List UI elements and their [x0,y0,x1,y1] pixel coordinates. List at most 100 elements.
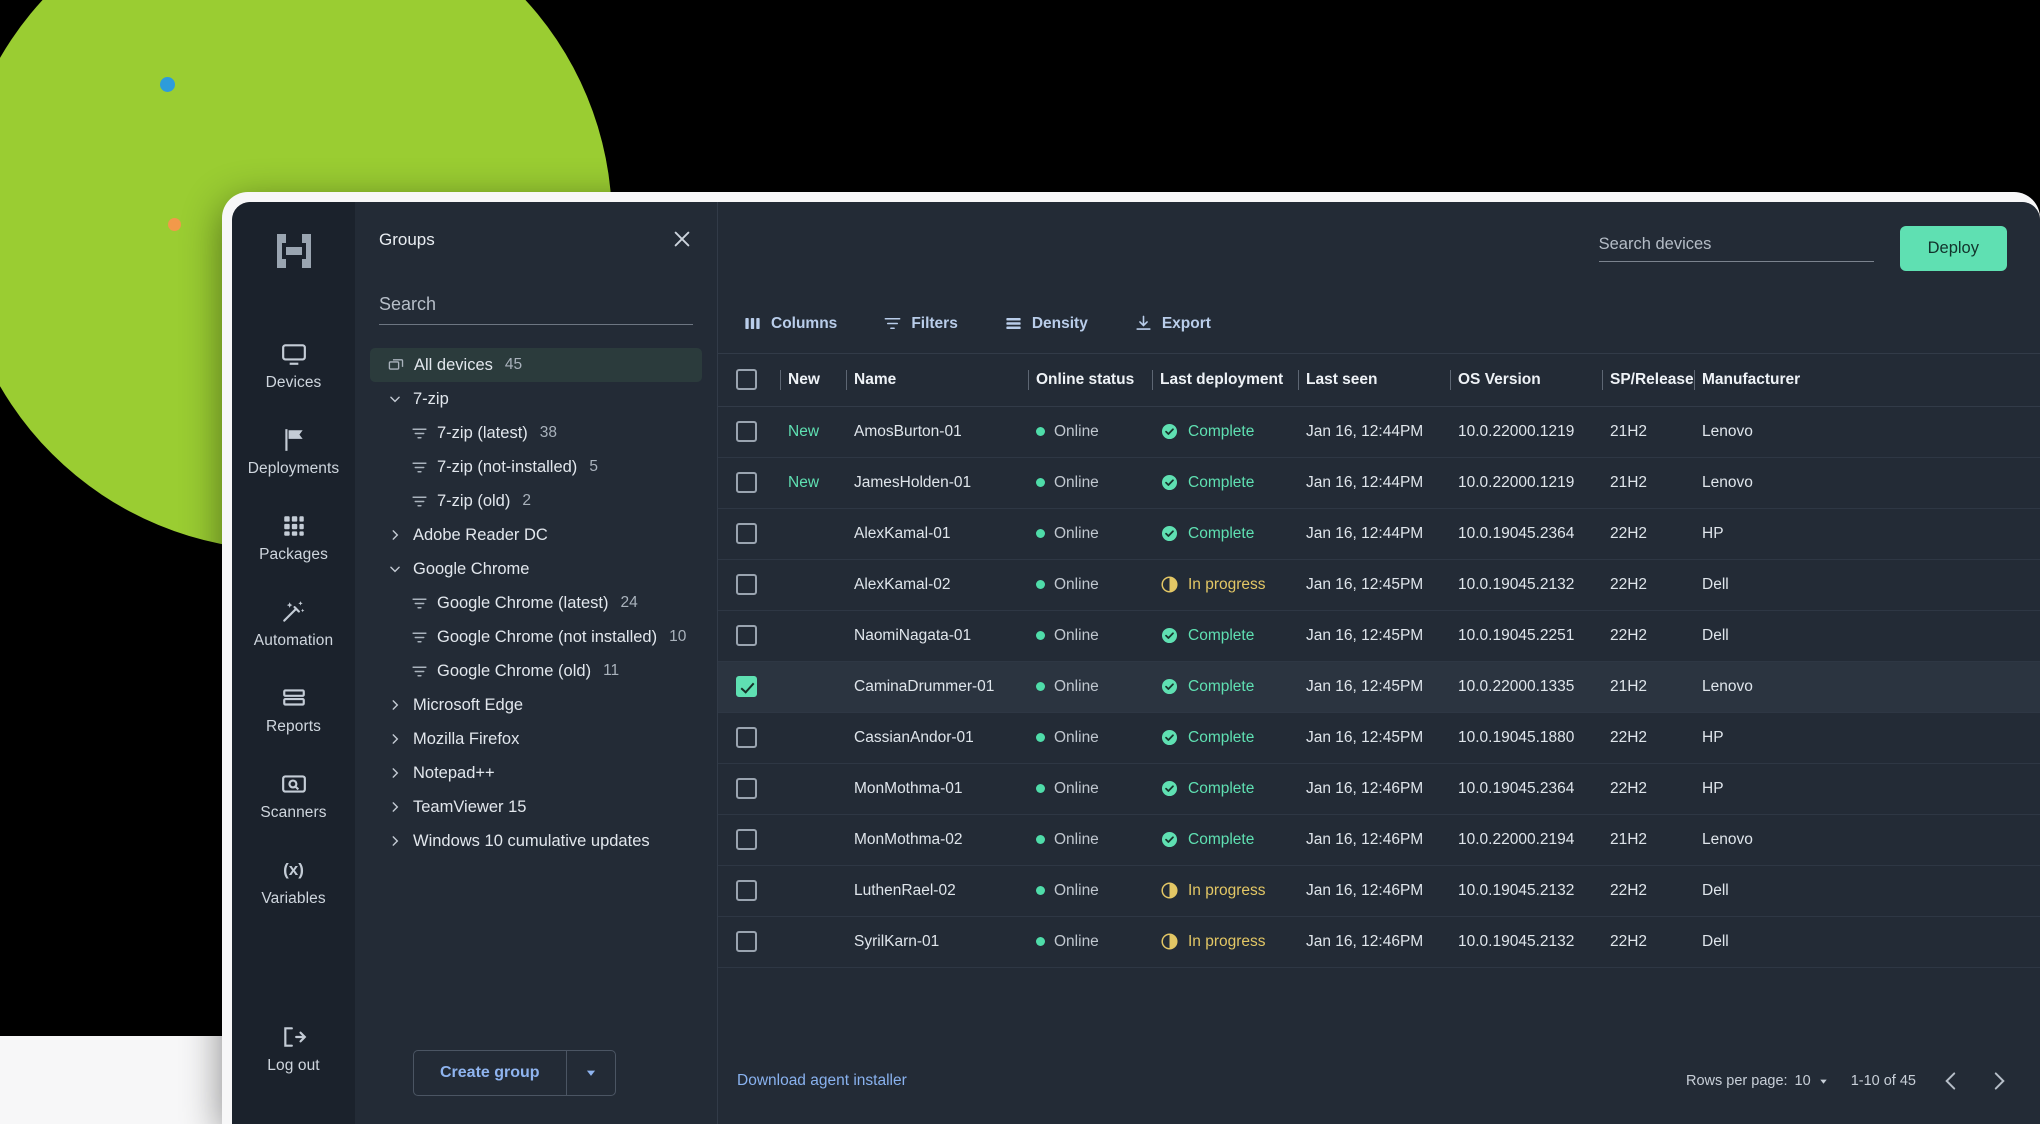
table-row[interactable]: AlexKamal-02OnlineIn progressJan 16, 12:… [718,559,2040,610]
group-item-windows-10-cumulative-updates[interactable]: Windows 10 cumulative updates [379,824,693,858]
sidebar-item-automation[interactable]: Automation [232,588,355,661]
table-row[interactable]: NaomiNagata-01OnlineCompleteJan 16, 12:4… [718,610,2040,661]
table-row[interactable]: CaminaDrummer-01OnlineCompleteJan 16, 12… [718,661,2040,712]
table-row[interactable]: MonMothma-02OnlineCompleteJan 16, 12:46P… [718,814,2040,865]
groups-search-input[interactable] [379,294,693,315]
group-item-chrome-not-installed[interactable]: Google Chrome (not installed) 10 [379,620,693,654]
grid-dots-icon [281,513,307,539]
sidebar-item-devices[interactable]: Devices [232,330,355,403]
row-checkbox[interactable] [736,523,757,544]
cell-new: New [780,457,846,508]
group-item-all-devices[interactable]: All devices 45 [370,348,702,382]
close-icon[interactable] [671,228,693,250]
chevron-right-icon[interactable] [1986,1068,2012,1094]
sidebar-item-variables[interactable]: (x) Variables [232,846,355,919]
group-item-chrome-old[interactable]: Google Chrome (old) 11 [379,654,693,688]
column-header-sp-release[interactable]: SP/Release [1602,354,1694,406]
logout-arrow-icon [281,1024,307,1050]
cell-name: AlexKamal-02 [846,559,1028,610]
group-item-teamviewer-15[interactable]: TeamViewer 15 [379,790,693,824]
cell-os-version: 10.0.22000.1219 [1450,406,1602,457]
create-group-button[interactable]: Create group [413,1050,566,1096]
group-item-adobe-reader-dc[interactable]: Adobe Reader DC [379,518,693,552]
columns-button[interactable]: Columns [737,310,843,337]
download-agent-installer-link[interactable]: Download agent installer [737,1072,907,1090]
create-group-caret-button[interactable] [566,1050,616,1096]
group-item-7zip-latest[interactable]: 7-zip (latest) 38 [379,416,693,450]
cell-last-deployment: In progress [1152,559,1298,610]
online-dot-icon [1036,427,1045,436]
column-header-name[interactable]: Name [846,354,1028,406]
group-item-7zip-old[interactable]: 7-zip (old) 2 [379,484,693,518]
filter-icon [411,663,428,680]
chevron-right-icon [388,834,402,848]
sidebar-item-scanners[interactable]: Scanners [232,760,355,833]
sidebar-item-logout[interactable]: Log out [232,1013,355,1086]
row-checkbox[interactable] [736,778,757,799]
group-item-google-chrome[interactable]: Google Chrome [379,552,693,586]
sidebar-item-label: Reports [266,718,321,736]
chevron-right-icon [388,732,402,746]
check-circle-icon [1160,473,1179,492]
density-button[interactable]: Density [998,310,1094,337]
group-item-notepadpp[interactable]: Notepad++ [379,756,693,790]
row-checkbox[interactable] [736,931,757,952]
group-label: 7-zip (not-installed) [437,458,577,477]
export-button[interactable]: Export [1128,310,1217,337]
table-row[interactable]: CassianAndor-01OnlineCompleteJan 16, 12:… [718,712,2040,763]
column-header-last-seen[interactable]: Last seen [1298,354,1450,406]
device-search-field[interactable] [1599,235,1874,262]
table-row[interactable]: SyrilKarn-01OnlineIn progressJan 16, 12:… [718,916,2040,967]
row-checkbox[interactable] [736,829,757,850]
row-select-cell [718,763,780,814]
group-item-microsoft-edge[interactable]: Microsoft Edge [379,688,693,722]
group-item-mozilla-firefox[interactable]: Mozilla Firefox [379,722,693,756]
row-checkbox[interactable] [736,421,757,442]
cell-last-seen: Jan 16, 12:46PM [1298,916,1450,967]
rows-per-page-label: Rows per page: [1686,1073,1788,1089]
groups-search-field[interactable] [379,294,693,325]
group-item-7zip[interactable]: 7-zip [379,382,693,416]
rows-per-page-select[interactable]: Rows per page: 10 [1686,1073,1829,1089]
table-row[interactable]: MonMothma-01OnlineCompleteJan 16, 12:46P… [718,763,2040,814]
decorative-blue-dot [160,77,175,92]
groups-panel-footer: Create group [379,1050,693,1124]
group-item-7zip-not-installed[interactable]: 7-zip (not-installed) 5 [379,450,693,484]
cell-last-seen: Jan 16, 12:45PM [1298,559,1450,610]
sidebar-item-deployments[interactable]: Deployments [232,416,355,489]
table-row[interactable]: AlexKamal-01OnlineCompleteJan 16, 12:44P… [718,508,2040,559]
app-logo-icon[interactable] [273,230,315,272]
table-row[interactable]: NewAmosBurton-01OnlineCompleteJan 16, 12… [718,406,2040,457]
select-all-checkbox[interactable] [736,369,757,390]
column-header-os-version[interactable]: OS Version [1450,354,1602,406]
filter-icon [411,425,428,442]
column-header-manufacturer[interactable]: Manufacturer [1694,354,2040,406]
column-label: Last seen [1306,371,1378,388]
row-checkbox[interactable] [736,727,757,748]
row-checkbox[interactable] [736,574,757,595]
deploy-button[interactable]: Deploy [1900,226,2007,271]
group-label: Google Chrome [413,560,529,579]
row-checkbox[interactable] [736,625,757,646]
row-checkbox[interactable] [736,880,757,901]
sidebar-item-reports[interactable]: Reports [232,674,355,747]
group-count: 10 [669,628,686,646]
row-checkbox[interactable] [736,472,757,493]
group-item-chrome-latest[interactable]: Google Chrome (latest) 24 [379,586,693,620]
column-header-last-deployment[interactable]: Last deployment [1152,354,1298,406]
cell-name: AlexKamal-01 [846,508,1028,559]
search-input[interactable] [1599,235,1874,254]
chevron-left-icon[interactable] [1938,1068,1964,1094]
row-checkbox[interactable] [736,676,757,697]
filters-button[interactable]: Filters [877,310,964,337]
table-row[interactable]: LuthenRael-02OnlineIn progressJan 16, 12… [718,865,2040,916]
half-circle-icon [1160,932,1179,951]
scanner-search-icon [281,771,307,797]
cell-online-status: Online [1028,457,1152,508]
column-header-new[interactable]: New [780,354,846,406]
column-header-online-status[interactable]: Online status [1028,354,1152,406]
cell-new [780,661,846,712]
cell-sp-release: 22H2 [1602,559,1694,610]
table-row[interactable]: NewJamesHolden-01OnlineCompleteJan 16, 1… [718,457,2040,508]
sidebar-item-packages[interactable]: Packages [232,502,355,575]
